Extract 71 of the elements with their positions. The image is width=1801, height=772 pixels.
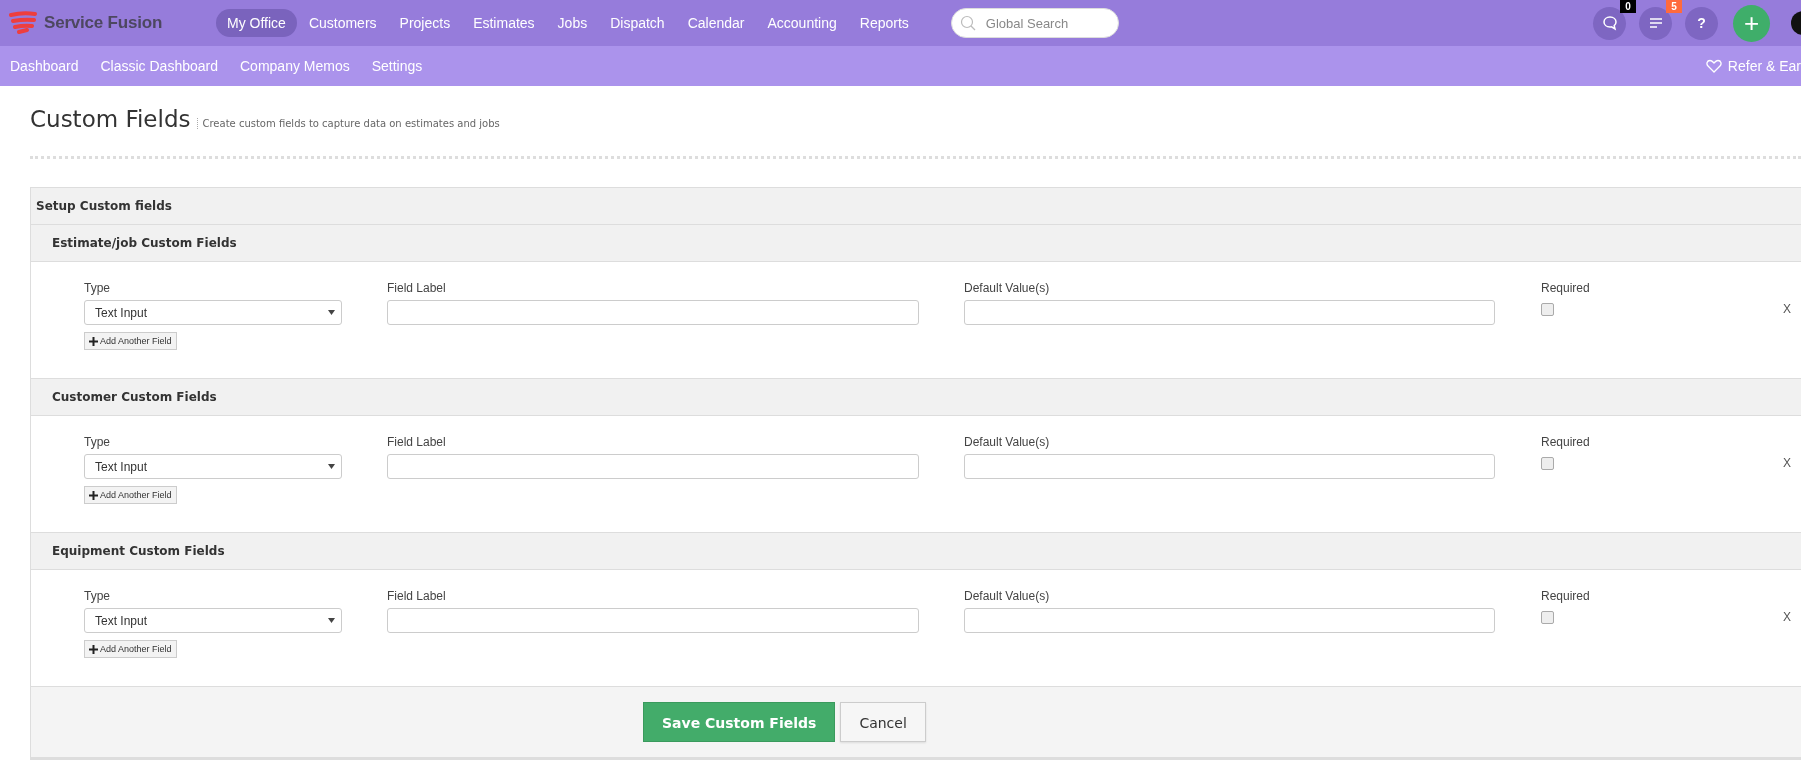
default-value-field[interactable] — [964, 454, 1495, 479]
column-label: Default Value(s) — [964, 281, 1050, 297]
nav-tab[interactable]: Projects — [388, 9, 462, 37]
subnav-link[interactable]: Dashboard — [10, 58, 79, 74]
brand-name: Service Fusion — [44, 13, 163, 33]
type-select[interactable]: Text Input — [84, 454, 342, 479]
subnav-link[interactable]: Classic Dashboard — [100, 58, 218, 74]
nav-tab[interactable]: My Office — [216, 9, 297, 37]
required-checkbox[interactable] — [1541, 611, 1554, 624]
column-label: Required — [1541, 281, 1590, 297]
type-select[interactable]: Text Input — [84, 300, 342, 325]
heart-icon — [1705, 59, 1722, 73]
plus-icon — [89, 644, 98, 654]
add-field-button[interactable]: Add Another Field — [84, 640, 177, 658]
column-label: Field Label — [387, 435, 446, 451]
nav-tab[interactable]: Dispatch — [599, 9, 676, 37]
column-label: Field Label — [387, 589, 446, 605]
save-button[interactable]: Save Custom Fields — [643, 702, 836, 742]
section-title: Equipment Custom Fields — [31, 533, 1801, 570]
caret-icon — [328, 618, 335, 623]
page-subtitle: Create custom fields to capture data on estimates and jobs — [196, 118, 500, 129]
subnav-link[interactable]: Company Memos — [240, 58, 350, 74]
remove-link[interactable]: X — [1783, 456, 1791, 479]
label-field[interactable] — [387, 454, 919, 479]
list-icon — [1648, 17, 1663, 29]
required-checkbox[interactable] — [1541, 457, 1554, 470]
chat-bubble-icon — [1601, 15, 1618, 31]
column-label: Default Value(s) — [964, 435, 1050, 451]
add-button[interactable]: + — [1733, 4, 1770, 42]
panel-title: Setup Custom fields — [31, 188, 1801, 225]
page-title: Custom Fields — [30, 106, 191, 132]
column-label: Default Value(s) — [964, 589, 1050, 605]
toolbar-button[interactable] — [1593, 6, 1626, 40]
nav-tab[interactable]: Reports — [848, 9, 920, 37]
plus-icon — [89, 490, 98, 500]
caret-icon — [328, 464, 335, 469]
nav-tab[interactable]: Calendar — [676, 9, 756, 37]
nav-tab[interactable]: Jobs — [546, 9, 599, 37]
default-value-field[interactable] — [964, 608, 1495, 633]
refer-link[interactable]: Refer & Ear — [1727, 58, 1801, 74]
count-badge: 5 — [1666, 0, 1682, 13]
count-badge: 0 — [1620, 0, 1636, 13]
required-checkbox[interactable] — [1541, 303, 1554, 316]
remove-link[interactable]: X — [1783, 610, 1791, 633]
plus-icon — [89, 336, 98, 346]
column-label: Type — [84, 281, 110, 297]
caret-icon — [328, 310, 335, 315]
add-field-button[interactable]: Add Another Field — [84, 332, 177, 350]
logo-icon — [8, 11, 38, 35]
section-title: Estimate/job Custom Fields — [31, 225, 1801, 262]
nav-tab[interactable]: Customers — [297, 9, 388, 37]
subnav-link[interactable]: Settings — [371, 58, 423, 74]
help-label: ? — [1697, 15, 1706, 31]
remove-link[interactable]: X — [1783, 302, 1791, 325]
label-field[interactable] — [387, 608, 919, 633]
add-field-button[interactable]: Add Another Field — [84, 486, 177, 504]
column-label: Type — [84, 435, 110, 451]
nav-tab[interactable]: Estimates — [462, 9, 546, 37]
default-value-field[interactable] — [964, 300, 1495, 325]
column-label: Required — [1541, 435, 1590, 451]
toolbar-button[interactable]: ? — [1685, 6, 1718, 40]
section-title: Customer Custom Fields — [31, 379, 1801, 416]
search-field[interactable]: Global Search — [950, 8, 1119, 38]
type-select[interactable]: Text Input — [84, 608, 342, 633]
column-label: Required — [1541, 589, 1590, 605]
cancel-button[interactable]: Cancel — [840, 702, 926, 742]
column-label: Type — [84, 589, 110, 605]
search-icon — [959, 15, 976, 31]
nav-tab[interactable]: Accounting — [756, 9, 848, 37]
column-label: Field Label — [387, 281, 446, 297]
label-field[interactable] — [387, 300, 919, 325]
